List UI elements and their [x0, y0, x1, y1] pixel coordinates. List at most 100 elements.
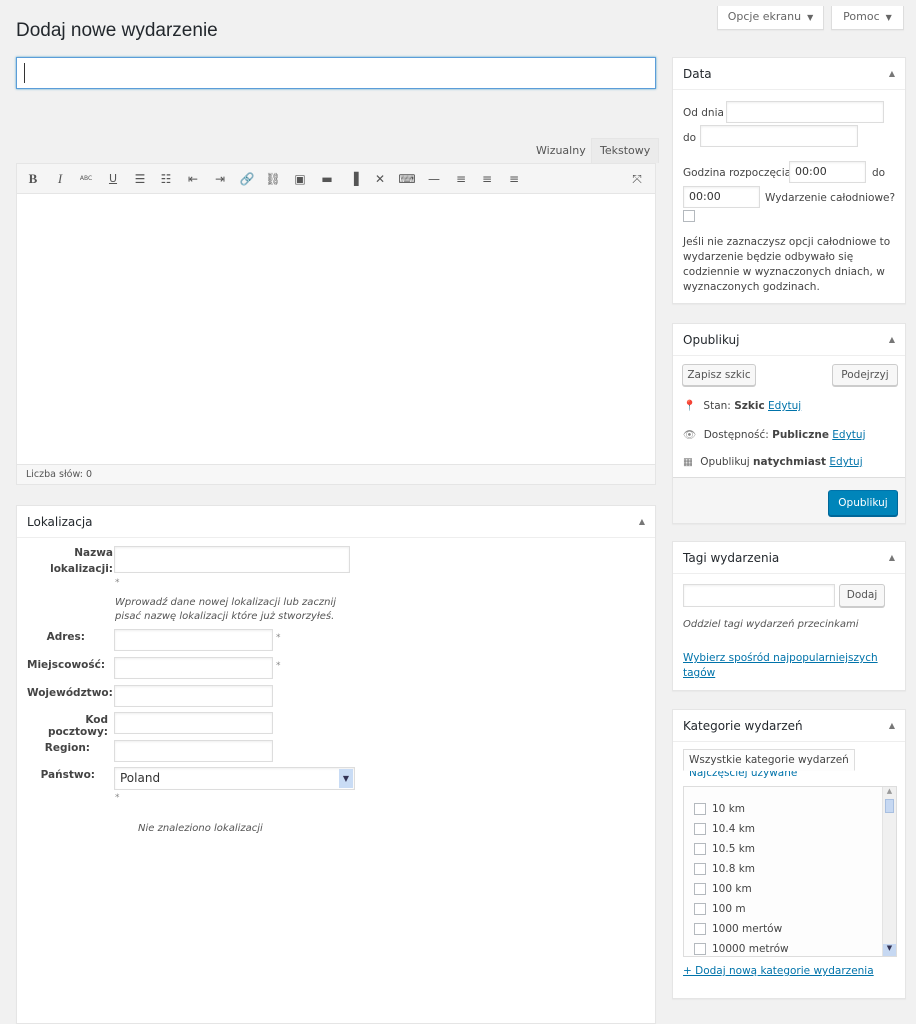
country-label: Państwo: [40, 769, 95, 781]
postcode-label: Kod pocztowy: [47, 714, 108, 738]
category-label: 100 km [712, 883, 752, 895]
category-checkbox[interactable] [694, 903, 706, 915]
text-caret [24, 63, 25, 83]
edit-schedule-link[interactable]: Edytuj [829, 456, 862, 468]
underline-icon[interactable]: U [104, 170, 122, 188]
triangle-up-icon[interactable]: ▲ [639, 506, 645, 538]
tag-input[interactable] [683, 584, 835, 607]
address-input[interactable] [114, 629, 273, 651]
fullscreen-icon[interactable]: ✕ [371, 170, 389, 188]
scroll-thumb[interactable] [885, 799, 894, 813]
save-draft-button[interactable]: Zapisz szkic [682, 364, 756, 386]
category-item[interactable]: 10.4 km [694, 821, 755, 837]
align-left-icon[interactable]: ≡ [452, 170, 470, 188]
all-day-checkbox[interactable] [683, 210, 695, 222]
tab-all-categories[interactable]: Wszystkie kategorie wydarzeń [683, 749, 855, 771]
categories-list[interactable]: 10 km 10.4 km 10.5 km 10.8 km 100 km 100… [683, 786, 897, 957]
help-button[interactable]: Pomoc ▼ [831, 6, 904, 30]
start-time-input[interactable]: 00:00 [789, 161, 866, 183]
country-select[interactable]: Poland ▼ [114, 767, 355, 790]
visibility-label: Dostępność: [703, 429, 769, 441]
popular-tags-link[interactable]: Wybierz spośród najpopularniejszych tagó… [683, 651, 883, 681]
category-item[interactable]: 10.8 km [694, 861, 755, 877]
preview-button[interactable]: Podejrzyj [832, 364, 898, 386]
date-to-input[interactable] [700, 125, 858, 147]
unlink-icon[interactable]: ⛓ [264, 170, 282, 188]
distraction-free-icon[interactable]: ⤧ [628, 170, 646, 188]
numbered-list-icon[interactable]: ☷ [157, 170, 175, 188]
category-label: 1000 mertów [712, 923, 783, 935]
category-item[interactable]: 100 m [694, 901, 746, 917]
date-box-header[interactable]: Data ▲ [673, 58, 905, 90]
categories-scrollbar[interactable]: ▲ ▼ [882, 787, 896, 956]
category-checkbox[interactable] [694, 843, 706, 855]
blockquote-icon[interactable]: ▐ [345, 170, 363, 188]
category-checkbox[interactable] [694, 943, 706, 955]
category-checkbox[interactable] [694, 883, 706, 895]
date-from-input[interactable] [726, 101, 884, 123]
add-tag-button[interactable]: Dodaj [839, 584, 885, 607]
category-checkbox[interactable] [694, 823, 706, 835]
chevron-down-icon: ▼ [804, 13, 814, 22]
bold-icon[interactable]: B [24, 170, 42, 188]
italic-icon[interactable]: I [51, 170, 69, 188]
scroll-down-icon[interactable]: ▼ [883, 944, 896, 956]
location-title: Lokalizacja [27, 515, 93, 529]
edit-visibility-link[interactable]: Edytuj [832, 429, 865, 441]
status-value: Szkic [734, 400, 765, 412]
triangle-up-icon[interactable]: ▲ [889, 542, 895, 574]
publish-box-header[interactable]: Opublikuj ▲ [673, 324, 905, 356]
location-box-header[interactable]: Lokalizacja ▲ [17, 506, 655, 538]
screen-options-label: Opcje ekranu [727, 10, 802, 23]
town-input[interactable] [114, 657, 273, 679]
keyboard-icon[interactable]: ⌨ [398, 170, 416, 188]
location-name-input[interactable] [114, 546, 350, 573]
tab-text[interactable]: Tekstowy [591, 138, 660, 163]
read-more-icon[interactable]: ▬ [318, 170, 336, 188]
tags-title: Tagi wydarzenia [683, 551, 780, 565]
category-item[interactable]: 10.5 km [694, 841, 755, 857]
scroll-up-icon[interactable]: ▲ [883, 787, 896, 799]
triangle-up-icon[interactable]: ▲ [889, 58, 895, 90]
end-time-input[interactable]: 00:00 [683, 186, 760, 208]
link-icon[interactable]: 🔗 [238, 170, 256, 188]
category-item[interactable]: 1000 mertów [694, 921, 782, 937]
category-label: 10.5 km [712, 843, 756, 855]
chevron-down-icon: ▼ [339, 769, 353, 788]
category-item[interactable]: 10000 metrów [694, 941, 789, 956]
triangle-up-icon[interactable]: ▲ [889, 324, 895, 356]
postcode-input[interactable] [114, 712, 273, 734]
region-input[interactable] [114, 740, 273, 762]
state-input[interactable] [114, 685, 273, 707]
content-editor[interactable]: B I ABC U ☰ ☷ ⇤ ⇥ 🔗 ⛓ ▣ ▬ ▐ ✕ ⌨ — ≡ ≡ ≡ … [16, 163, 656, 485]
country-value: Poland [120, 771, 161, 785]
outdent-icon[interactable]: ⇤ [184, 170, 202, 188]
location-not-found: Nie znaleziono lokalizacji [138, 823, 263, 834]
category-label: 100 m [712, 903, 746, 915]
edit-status-link[interactable]: Edytuj [768, 400, 801, 412]
add-category-link[interactable]: + Dodaj nową kategorie wydarzenia [683, 965, 874, 977]
align-right-icon[interactable]: ≡ [505, 170, 523, 188]
category-checkbox[interactable] [694, 863, 706, 875]
required-mark: * [276, 633, 281, 643]
tab-visual[interactable]: Wizualny [527, 138, 595, 163]
horizontal-line-icon[interactable]: — [425, 170, 443, 188]
triangle-up-icon[interactable]: ▲ [889, 710, 895, 742]
category-checkbox[interactable] [694, 923, 706, 935]
pin-icon: 📍 [683, 400, 697, 412]
publish-button[interactable]: Opublikuj [828, 490, 898, 516]
image-icon[interactable]: ▣ [291, 170, 309, 188]
align-center-icon[interactable]: ≡ [478, 170, 496, 188]
editor-toolbar: B I ABC U ☰ ☷ ⇤ ⇥ 🔗 ⛓ ▣ ▬ ▐ ✕ ⌨ — ≡ ≡ ≡ … [17, 164, 655, 194]
indent-icon[interactable]: ⇥ [211, 170, 229, 188]
event-title-input[interactable] [16, 57, 656, 89]
tags-box-header[interactable]: Tagi wydarzenia ▲ [673, 542, 905, 574]
strikethrough-icon[interactable]: ABC [77, 170, 95, 188]
screen-options-button[interactable]: Opcje ekranu ▼ [717, 6, 824, 30]
categories-box-header[interactable]: Kategorie wydarzeń ▲ [673, 710, 905, 742]
bullet-list-icon[interactable]: ☰ [131, 170, 149, 188]
category-item[interactable]: 10 km [694, 801, 745, 817]
category-item[interactable]: 100 km [694, 881, 752, 897]
category-checkbox[interactable] [694, 803, 706, 815]
location-name-label: Nazwa lokalizacji: [50, 547, 113, 575]
